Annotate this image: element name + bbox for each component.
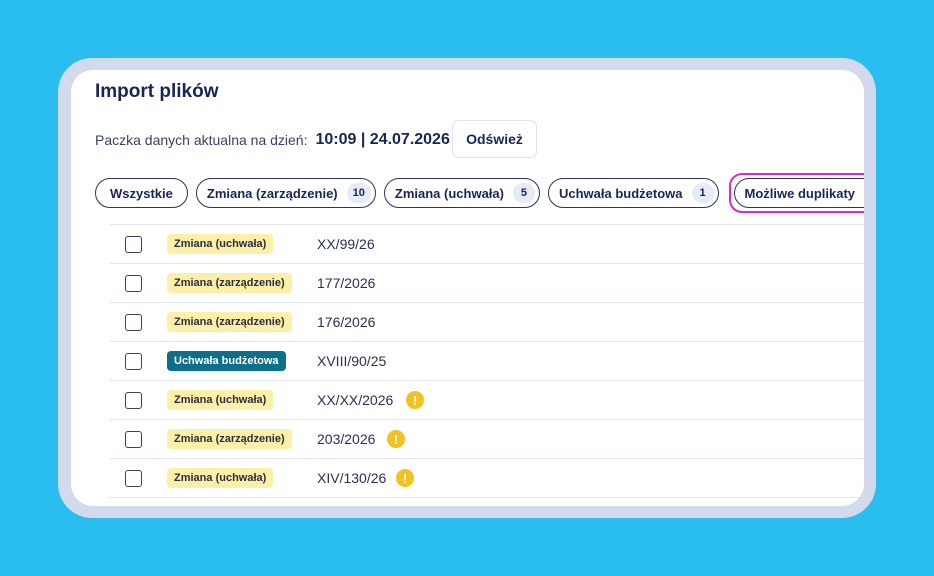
document-number: 203/2026 <box>317 431 376 447</box>
data-status-label: Paczka danych aktualna na dzień: <box>95 132 308 148</box>
filter-count: 1 <box>691 183 714 203</box>
filter-mozliwe-duplikaty[interactable]: Możliwe duplikaty 11 <box>733 178 864 208</box>
row-checkbox[interactable] <box>125 314 142 331</box>
document-number: XX/XX/2026 <box>317 392 394 408</box>
filter-all[interactable]: Wszystkie <box>95 178 188 208</box>
filter-label: Wszystkie <box>110 185 173 201</box>
document-number: 176/2026 <box>317 314 376 330</box>
row-checkbox[interactable] <box>125 431 142 448</box>
type-badge: Zmiana (uchwała) <box>167 390 274 410</box>
document-number: 177/2026 <box>317 275 376 291</box>
list-item[interactable]: Zmiana (uchwała) XX/XX/2026! <box>110 380 864 419</box>
filter-bar: Wszystkie Zmiana (zarządzenie) 10 Zmiana… <box>95 173 864 213</box>
document-number: XX/99/26 <box>317 236 375 252</box>
list-item[interactable]: Zmiana (zarządzenie) 176/2026 <box>110 302 864 341</box>
row-checkbox[interactable] <box>125 275 142 292</box>
row-checkbox[interactable] <box>125 470 142 487</box>
import-panel: Import plików Paczka danych aktualna na … <box>71 70 864 506</box>
import-list: Zmiana (uchwała) XX/99/26 Zmiana (zarządze… <box>110 224 864 506</box>
data-status-value: 10:09 | 24.07.2026 <box>315 131 450 148</box>
filter-uchwala-budzetowa[interactable]: Uchwała budżetowa 1 <box>547 178 719 208</box>
type-badge: Uchwała budżetowa <box>167 351 286 371</box>
highlight-ring: Możliwe duplikaty 11 <box>728 173 864 213</box>
row-checkbox[interactable] <box>125 236 142 253</box>
warning-icon: ! <box>396 469 414 487</box>
warning-icon: ! <box>406 391 424 409</box>
filter-count: 10 <box>346 183 371 203</box>
document-number: XVIII/90/25 <box>317 353 387 369</box>
filter-zmiana-zarzadzenie[interactable]: Zmiana (zarządzenie) 10 <box>195 178 376 208</box>
list-item[interactable]: Uchwała budżetowa XVIII/90/25 <box>110 341 864 380</box>
filter-count: 5 <box>512 183 535 203</box>
row-checkbox[interactable] <box>125 392 142 409</box>
page-title: Import plików <box>95 81 219 102</box>
type-badge: Zmiana (zarządzenie) <box>167 429 292 449</box>
list-item[interactable]: Zmiana (zarządzenie) 203/2026! <box>110 419 864 458</box>
type-badge: Zmiana (zarządzenie) <box>167 273 292 293</box>
filter-label: Uchwała budżetowa <box>558 185 683 201</box>
row-checkbox[interactable] <box>125 353 142 370</box>
filter-zmiana-uchwala[interactable]: Zmiana (uchwała) 5 <box>383 178 540 208</box>
filter-label: Możliwe duplikaty <box>744 185 856 201</box>
list-item[interactable]: Zmiana (uchwała) XX/99/26 <box>110 224 864 263</box>
type-badge: Zmiana (uchwała) <box>167 468 274 488</box>
warning-icon: ! <box>387 430 405 448</box>
list-item[interactable]: Zmiana (zarządzenie) 177/2026 <box>110 263 864 302</box>
type-badge: Zmiana (zarządzenie) <box>167 312 292 332</box>
filter-label: Zmiana (uchwała) <box>394 185 504 201</box>
document-number: XIV/130/26 <box>317 470 387 486</box>
filter-label: Zmiana (zarządzenie) <box>206 185 338 201</box>
type-badge: Zmiana (uchwała) <box>167 234 274 254</box>
list-item[interactable]: Zmiana (uchwała) XIV/130/26! <box>110 458 864 497</box>
data-status: Paczka danych aktualna na dzień: 10:09 |… <box>95 130 450 150</box>
refresh-button[interactable]: Odśwież <box>452 120 537 158</box>
list-item-partial <box>110 497 864 506</box>
